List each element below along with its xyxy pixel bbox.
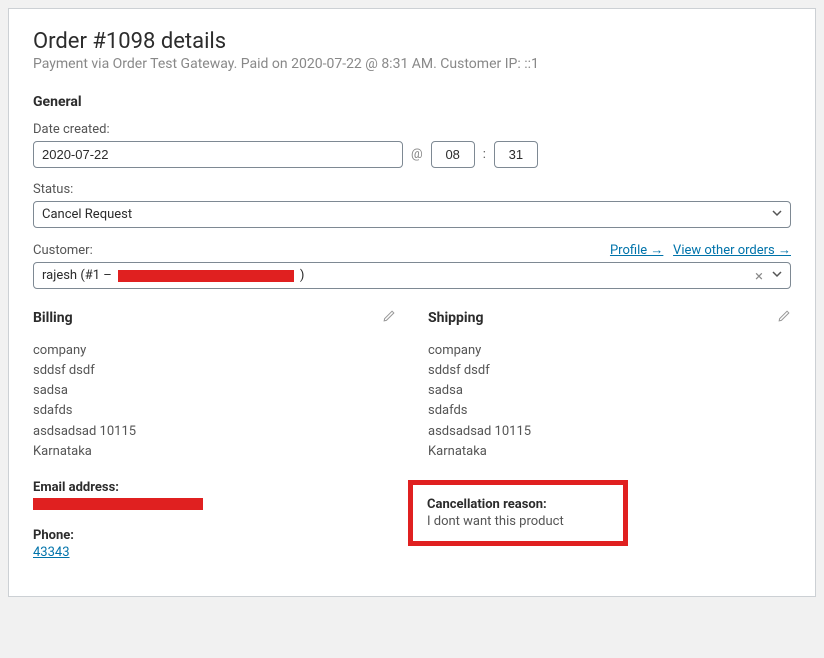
status-label: Status:: [33, 182, 791, 197]
page-title: Order #1098 details: [33, 29, 791, 54]
phone-label: Phone:: [33, 528, 396, 543]
minute-input[interactable]: [494, 141, 538, 168]
billing-line: sddsf dsdf: [33, 361, 396, 381]
status-select-value: Cancel Request: [33, 201, 791, 228]
billing-line: sadsa: [33, 381, 396, 401]
shipping-line: sdafds: [428, 401, 791, 421]
date-row: @ :: [33, 141, 791, 168]
cancellation-reason: I dont want this product: [427, 514, 609, 529]
billing-header: Billing: [33, 309, 396, 327]
colon-symbol: :: [483, 147, 486, 162]
shipping-line: Karnataka: [428, 442, 791, 462]
hour-input[interactable]: [431, 141, 475, 168]
clear-customer-icon[interactable]: ×: [755, 267, 763, 285]
status-select[interactable]: Cancel Request: [33, 201, 791, 228]
page-subtitle: Payment via Order Test Gateway. Paid on …: [33, 56, 791, 72]
shipping-line: sadsa: [428, 381, 791, 401]
customer-select[interactable]: rajesh (#1 – ) ×: [33, 262, 791, 289]
cancellation-callout: Cancellation reason: I dont want this pr…: [408, 480, 628, 546]
shipping-line: asdsadsad 10115: [428, 422, 791, 442]
pencil-icon[interactable]: [382, 309, 396, 327]
email-group: Email address:: [33, 480, 396, 512]
date-input[interactable]: [33, 141, 403, 168]
cancellation-label: Cancellation reason:: [427, 497, 609, 512]
billing-line: company: [33, 341, 396, 361]
address-columns: Billing company sddsf dsdf sadsa sdafds …: [33, 309, 791, 576]
shipping-header: Shipping: [428, 309, 791, 327]
profile-link[interactable]: Profile →: [610, 243, 663, 258]
redacted-email: [33, 498, 203, 510]
customer-label-row: Customer: Profile → View other orders →: [33, 242, 791, 258]
billing-line: asdsadsad 10115: [33, 422, 396, 442]
shipping-line: company: [428, 341, 791, 361]
shipping-heading: Shipping: [428, 310, 483, 326]
phone-group: Phone: 43343: [33, 528, 396, 560]
customer-links: Profile → View other orders →: [610, 242, 791, 258]
shipping-column: Shipping company sddsf dsdf sadsa sdafds…: [412, 309, 791, 576]
billing-heading: Billing: [33, 310, 73, 326]
phone-link[interactable]: 43343: [33, 545, 70, 560]
pencil-icon[interactable]: [777, 309, 791, 327]
billing-column: Billing company sddsf dsdf sadsa sdafds …: [33, 309, 412, 576]
billing-address: company sddsf dsdf sadsa sdafds asdsadsa…: [33, 341, 396, 462]
at-symbol: @: [411, 147, 423, 162]
view-other-orders-link[interactable]: View other orders →: [673, 243, 791, 258]
customer-label: Customer:: [33, 243, 93, 258]
billing-line: sdafds: [33, 401, 396, 421]
order-details-panel: Order #1098 details Payment via Order Te…: [8, 8, 816, 597]
email-label: Email address:: [33, 480, 396, 495]
shipping-address: company sddsf dsdf sadsa sdafds asdsadsa…: [428, 341, 791, 462]
redacted-customer-info: [118, 270, 294, 282]
general-heading: General: [33, 94, 791, 110]
customer-name-prefix: rajesh (#1 –: [42, 268, 112, 283]
date-created-label: Date created:: [33, 122, 791, 137]
customer-name-suffix: ): [300, 268, 305, 283]
billing-line: Karnataka: [33, 442, 396, 462]
shipping-line: sddsf dsdf: [428, 361, 791, 381]
customer-select-value: rajesh (#1 – ): [33, 262, 791, 289]
